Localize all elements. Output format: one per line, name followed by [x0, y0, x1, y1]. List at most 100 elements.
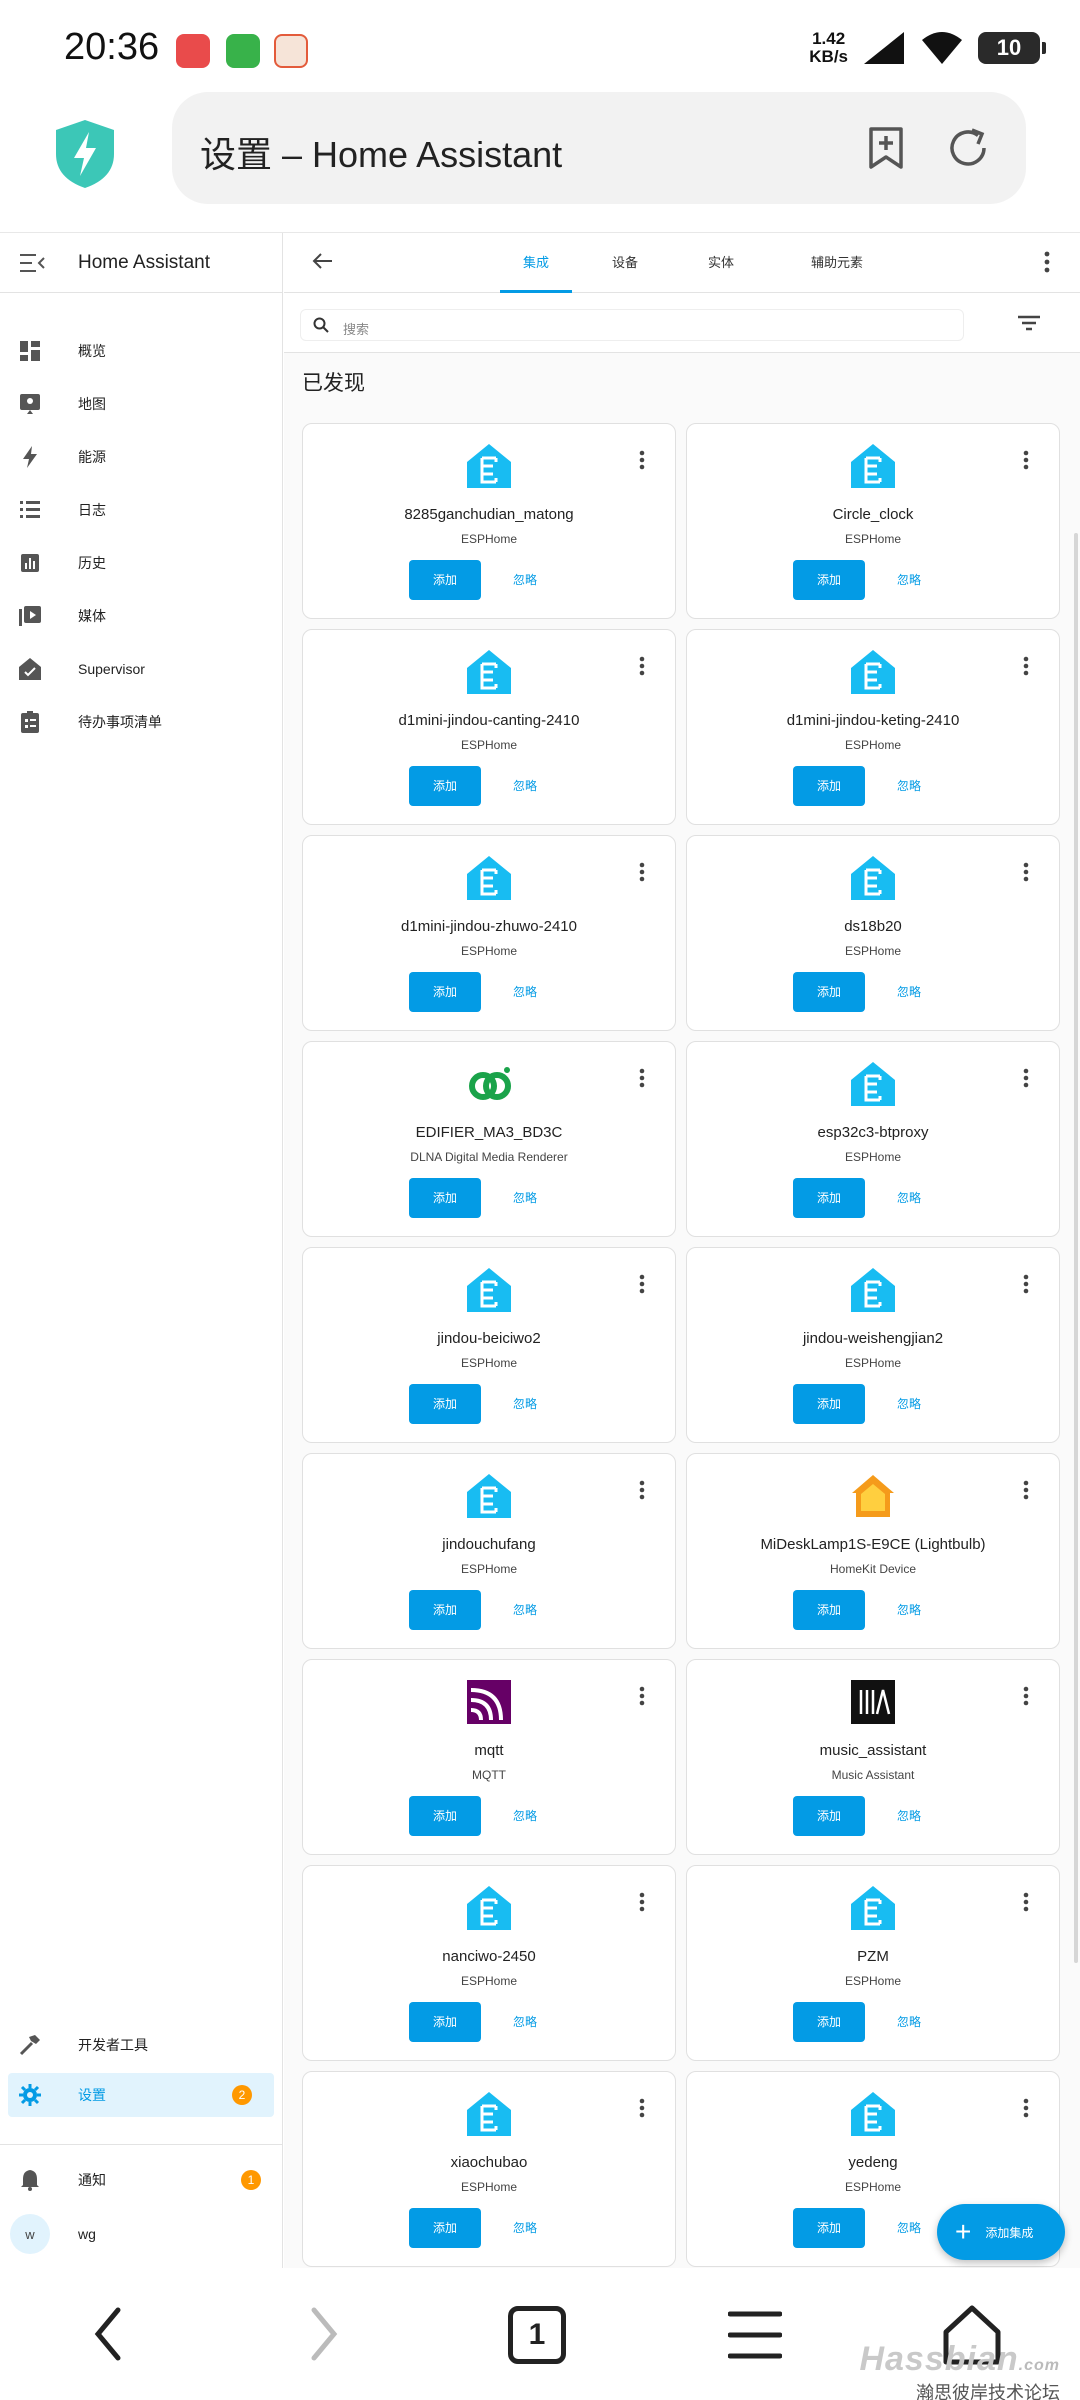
- add-button[interactable]: 添加: [793, 560, 865, 600]
- card-overflow-menu-icon[interactable]: [639, 2098, 645, 2118]
- sidebar-item-todo[interactable]: 待办事项清单: [0, 697, 283, 747]
- add-button[interactable]: 添加: [409, 1178, 481, 1218]
- add-button[interactable]: 添加: [409, 2002, 481, 2042]
- add-button[interactable]: 添加: [793, 1796, 865, 1836]
- card-overflow-menu-icon[interactable]: [1023, 656, 1029, 676]
- sidebar-item-user[interactable]: w wg: [0, 2209, 283, 2259]
- card-overflow-menu-icon[interactable]: [1023, 1686, 1029, 1706]
- shield-bolt-icon[interactable]: [52, 118, 118, 190]
- ignore-button[interactable]: 忽略: [897, 2002, 921, 2042]
- add-button[interactable]: 添加: [793, 766, 865, 806]
- ignore-button[interactable]: 忽略: [513, 1796, 537, 1836]
- sidebar-item-map[interactable]: 地图: [0, 379, 283, 429]
- tab-integrations[interactable]: 集成: [500, 233, 572, 293]
- map-icon: [18, 392, 42, 416]
- filter-icon[interactable]: [1018, 315, 1040, 331]
- add-button[interactable]: 添加: [409, 972, 481, 1012]
- add-integration-button[interactable]: + 添加集成: [937, 2204, 1065, 2260]
- card-overflow-menu-icon[interactable]: [1023, 450, 1029, 470]
- ignore-button[interactable]: 忽略: [513, 1590, 537, 1630]
- card-overflow-menu-icon[interactable]: [1023, 1068, 1029, 1088]
- ignore-button[interactable]: 忽略: [897, 1178, 921, 1218]
- sidebar: Home Assistant 概览 地图 能源 日志 历史 媒体 Supervi…: [0, 233, 283, 2269]
- add-button[interactable]: 添加: [409, 1590, 481, 1630]
- menu-icon[interactable]: [728, 2310, 782, 2360]
- card-overflow-menu-icon[interactable]: [1023, 1892, 1029, 1912]
- esphome-logo-icon: [465, 854, 513, 902]
- sidebar-item-history[interactable]: 历史: [0, 538, 283, 588]
- ignore-button[interactable]: 忽略: [897, 972, 921, 1012]
- add-button[interactable]: 添加: [793, 1590, 865, 1630]
- sidebar-item-media[interactable]: 媒体: [0, 591, 283, 641]
- add-button[interactable]: 添加: [409, 1384, 481, 1424]
- add-button[interactable]: 添加: [793, 2002, 865, 2042]
- add-button[interactable]: 添加: [409, 2208, 481, 2248]
- card-overflow-menu-icon[interactable]: [1023, 1274, 1029, 1294]
- card-overflow-menu-icon[interactable]: [1023, 2098, 1029, 2118]
- card-overflow-menu-icon[interactable]: [639, 1686, 645, 1706]
- add-button[interactable]: 添加: [793, 2208, 865, 2248]
- card-device-name: xiaochubao: [450, 2154, 528, 2171]
- homekit-logo-icon: [849, 1472, 897, 1520]
- card-overflow-menu-icon[interactable]: [639, 450, 645, 470]
- card-overflow-menu-icon[interactable]: [1023, 1480, 1029, 1500]
- sidebar-item-energy[interactable]: 能源: [0, 432, 283, 482]
- tab-entities[interactable]: 实体: [688, 233, 754, 293]
- scrollbar[interactable]: [1074, 533, 1078, 1963]
- menu-collapse-icon[interactable]: [18, 253, 48, 273]
- sidebar-item-overview[interactable]: 概览: [0, 326, 283, 376]
- overflow-menu-icon[interactable]: [1044, 251, 1050, 273]
- sidebar-item-developer-tools[interactable]: 开发者工具: [0, 2020, 283, 2070]
- avatar: w: [10, 2214, 50, 2254]
- ignore-button[interactable]: 忽略: [897, 1796, 921, 1836]
- esphome-logo-icon: [849, 1266, 897, 1314]
- ignore-button[interactable]: 忽略: [897, 560, 921, 600]
- search-input[interactable]: 搜索: [300, 309, 964, 341]
- add-button[interactable]: 添加: [409, 560, 481, 600]
- toolbar: 集成 设备 实体 辅助元素: [284, 233, 1080, 293]
- ignore-button[interactable]: 忽略: [897, 766, 921, 806]
- add-button[interactable]: 添加: [793, 1384, 865, 1424]
- ignore-button[interactable]: 忽略: [897, 1590, 921, 1630]
- notification-app-icon-1: [176, 34, 210, 68]
- ignore-button[interactable]: 忽略: [513, 766, 537, 806]
- add-button[interactable]: 添加: [793, 1178, 865, 1218]
- ignore-button[interactable]: 忽略: [897, 2208, 921, 2248]
- sidebar-item-supervisor[interactable]: Supervisor: [0, 644, 283, 694]
- back-icon[interactable]: [90, 2304, 126, 2364]
- card-overflow-menu-icon[interactable]: [639, 656, 645, 676]
- discovered-card: d1mini-jindou-canting-2410 ESPHome 添加 忽略: [302, 629, 676, 825]
- tab-devices[interactable]: 设备: [592, 233, 658, 293]
- sidebar-item-logbook[interactable]: 日志: [0, 485, 283, 535]
- card-integration-type: ESPHome: [460, 1562, 518, 1576]
- home-assistant-app: Home Assistant 概览 地图 能源 日志 历史 媒体 Supervi…: [0, 232, 1080, 2269]
- back-arrow-icon[interactable]: [310, 249, 334, 273]
- card-overflow-menu-icon[interactable]: [639, 1480, 645, 1500]
- notifications-badge: 1: [241, 2170, 261, 2190]
- tabs-count-button[interactable]: 1: [508, 2306, 566, 2364]
- add-button[interactable]: 添加: [409, 766, 481, 806]
- card-integration-type: DLNA Digital Media Renderer: [410, 1150, 568, 1164]
- ignore-button[interactable]: 忽略: [513, 1178, 537, 1218]
- ignore-button[interactable]: 忽略: [513, 2002, 537, 2042]
- address-bar[interactable]: 设置 – Home Assistant: [172, 92, 1026, 204]
- card-overflow-menu-icon[interactable]: [639, 1892, 645, 1912]
- card-overflow-menu-icon[interactable]: [639, 862, 645, 882]
- ignore-button[interactable]: 忽略: [513, 1384, 537, 1424]
- bookmark-add-icon[interactable]: [862, 124, 910, 172]
- forward-icon[interactable]: [306, 2304, 342, 2364]
- ignore-button[interactable]: 忽略: [897, 1384, 921, 1424]
- watermark: Hassbian.com 瀚思彼岸技术论坛: [859, 2340, 1060, 2400]
- ignore-button[interactable]: 忽略: [513, 2208, 537, 2248]
- add-button[interactable]: 添加: [409, 1796, 481, 1836]
- sidebar-item-notifications[interactable]: 通知 1: [0, 2155, 283, 2205]
- add-button[interactable]: 添加: [793, 972, 865, 1012]
- sidebar-item-settings[interactable]: 设置 2: [8, 2073, 274, 2117]
- tab-helpers[interactable]: 辅助元素: [794, 233, 880, 293]
- card-overflow-menu-icon[interactable]: [639, 1274, 645, 1294]
- ignore-button[interactable]: 忽略: [513, 972, 537, 1012]
- card-overflow-menu-icon[interactable]: [1023, 862, 1029, 882]
- reload-icon[interactable]: [944, 124, 992, 172]
- card-overflow-menu-icon[interactable]: [639, 1068, 645, 1088]
- ignore-button[interactable]: 忽略: [513, 560, 537, 600]
